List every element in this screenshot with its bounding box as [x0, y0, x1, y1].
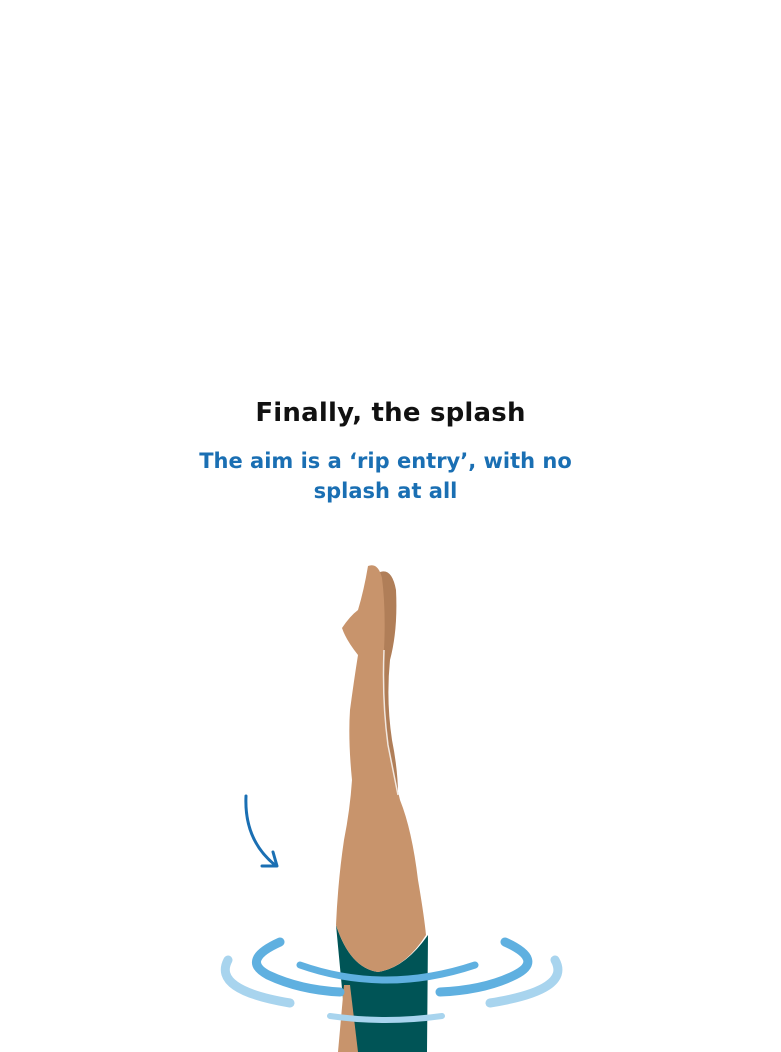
page-subtitle: The aim is a ‘rip entry’, with no splash… — [199, 449, 572, 503]
diver-illustration — [220, 565, 563, 1052]
ripple-right-mid — [435, 937, 533, 997]
curved-arrow-down-icon — [244, 794, 279, 868]
front-leg — [336, 565, 426, 972]
page-title: Finally, the splash — [255, 398, 526, 428]
